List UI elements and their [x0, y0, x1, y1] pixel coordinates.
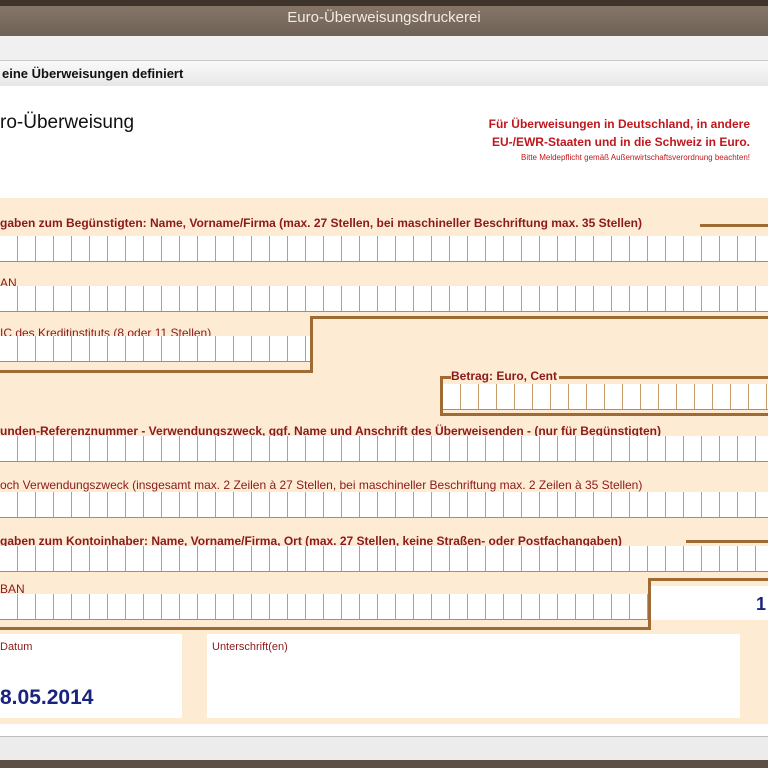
notice: Für Überweisungen in Deutschland, in and… — [489, 115, 750, 165]
notice-small: Bitte Meldepflicht gemäß Außenwirtschaft… — [520, 153, 750, 162]
form-heading: ro-Überweisung — [0, 112, 135, 133]
notice-line-1: Für Überweisungen in Deutschland, in and… — [488, 117, 750, 131]
reference-field[interactable] — [0, 436, 768, 462]
date-value: 8.05.2014 — [0, 686, 94, 709]
field-bracket — [310, 316, 313, 372]
account-holder-field[interactable] — [0, 546, 768, 572]
title-bar: Euro-Überweisungsdruckerei — [0, 0, 768, 36]
field-bracket — [0, 370, 313, 373]
status-text: eine Überweisungen definiert — [2, 66, 184, 81]
status-line: eine Überweisungen definiert — [0, 60, 768, 88]
window-bottom-edge — [0, 760, 768, 768]
purpose-label: och Verwendungszweck (insgesamt max. 2 Z… — [0, 478, 645, 492]
beneficiary-label: gaben zum Begünstigten: Name, Vorname/Fi… — [0, 216, 644, 230]
amount-label: Betrag: Euro, Cent — [451, 369, 560, 383]
field-bracket — [440, 413, 768, 416]
field-bracket — [310, 316, 768, 319]
amount-field[interactable] — [443, 384, 768, 410]
iban-field[interactable] — [0, 286, 768, 312]
field-bracket — [0, 627, 651, 630]
payer-iban-suffix: 1 — [756, 594, 767, 614]
field-bracket — [686, 540, 768, 543]
bic-field[interactable] — [0, 336, 310, 362]
date-label: Datum — [0, 641, 33, 653]
notice-line-2: EU-/EWR-Staaten und in die Schweiz in Eu… — [491, 135, 750, 149]
window-title: Euro-Überweisungsdruckerei — [287, 9, 481, 26]
bottom-bar — [0, 736, 768, 761]
toolbar — [0, 36, 768, 61]
field-bracket — [648, 578, 768, 581]
window-top-strip — [0, 0, 768, 6]
signature-label: Unterschrift(en) — [212, 641, 288, 653]
beneficiary-name-field[interactable] — [0, 236, 768, 262]
payer-iban-field[interactable] — [0, 594, 648, 620]
field-bracket — [700, 224, 768, 227]
payer-iban-check-box — [651, 586, 768, 620]
purpose-field[interactable] — [0, 492, 768, 518]
